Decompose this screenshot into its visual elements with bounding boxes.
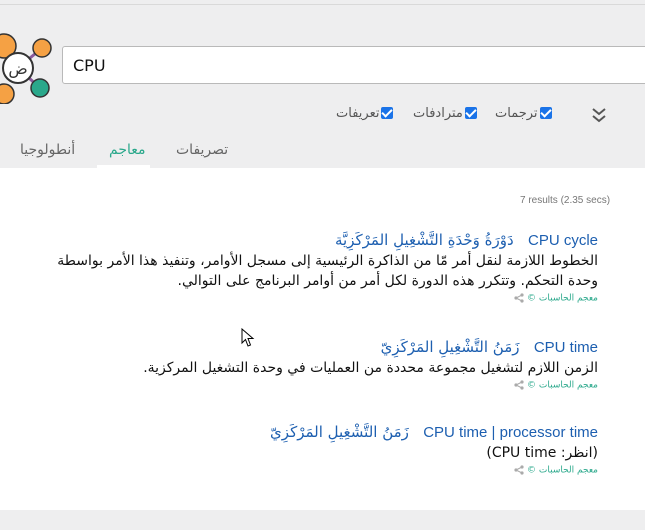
synonyms-checkbox[interactable] bbox=[464, 107, 477, 119]
active-tab-indicator bbox=[97, 165, 150, 168]
bottom-bar bbox=[0, 510, 645, 530]
result-item: CPU cycle دَوْرَةُ وَحْدَةِ التَّشْغِيلِ… bbox=[38, 231, 598, 304]
definitions-checkbox[interactable] bbox=[381, 107, 394, 119]
result-source-label[interactable]: معجم الحاسبات © bbox=[527, 466, 598, 476]
share-icon[interactable] bbox=[514, 380, 524, 390]
result-description: الخطوط اللازمة لنقل أمر مّا من الذاكرة ا… bbox=[57, 253, 598, 289]
search-input[interactable]: CPU bbox=[62, 46, 645, 84]
result-source: معجم الحاسبات © bbox=[198, 465, 598, 476]
translations-checkbox[interactable] bbox=[539, 107, 552, 119]
result-term-ar[interactable]: زَمَنُ التَّشْغِيلِ المَرْكَزِيّ bbox=[270, 423, 409, 441]
filter-definitions[interactable]: تعريفات bbox=[336, 104, 394, 122]
tab-morphology[interactable]: تصريفات bbox=[176, 142, 228, 158]
result-description: (انظر: CPU time) bbox=[486, 445, 598, 461]
chevron-down-icon[interactable] bbox=[591, 105, 607, 125]
result-source: معجم الحاسبات © bbox=[38, 293, 598, 304]
synonyms-label: مترادفات bbox=[413, 105, 463, 121]
mouse-cursor-icon bbox=[241, 328, 255, 347]
result-title[interactable]: CPU time | processor time زَمَنُ التَّشْ… bbox=[198, 423, 598, 441]
result-term-en[interactable]: CPU cycle bbox=[528, 232, 598, 249]
logo-letter: ض bbox=[8, 59, 27, 79]
result-source-label[interactable]: معجم الحاسبات © bbox=[527, 294, 598, 304]
result-source-label[interactable]: معجم الحاسبات © bbox=[527, 381, 598, 391]
result-term-en[interactable]: CPU time | processor time bbox=[423, 424, 598, 441]
tab-ontology[interactable]: أنطولوجيا bbox=[20, 142, 75, 158]
result-item: CPU time | processor time زَمَنُ التَّشْ… bbox=[198, 423, 598, 476]
result-description: الزمن اللازم لتشغيل مجموعة محددة من العم… bbox=[143, 360, 598, 376]
share-icon[interactable] bbox=[514, 293, 524, 303]
logo-icon[interactable]: ض bbox=[0, 28, 60, 104]
result-item: CPU time زَمَنُ التَّشْغِيلِ المَرْكَزِي… bbox=[118, 338, 598, 391]
filter-translations[interactable]: ترجمات bbox=[495, 104, 552, 122]
result-term-ar[interactable]: زَمَنُ التَّشْغِيلِ المَرْكَزِيّ bbox=[381, 338, 520, 356]
translations-label: ترجمات bbox=[495, 105, 538, 121]
result-term-en[interactable]: CPU time bbox=[534, 339, 598, 356]
result-source: معجم الحاسبات © bbox=[118, 380, 598, 391]
results-count: 7 results (2.35 secs) bbox=[520, 195, 611, 206]
top-divider bbox=[0, 4, 645, 5]
filter-synonyms[interactable]: مترادفات bbox=[413, 104, 477, 122]
result-term-ar[interactable]: دَوْرَةُ وَحْدَةِ التَّشْغِيلِ المَرْكَز… bbox=[335, 231, 514, 249]
definitions-label: تعريفات bbox=[336, 105, 380, 121]
share-icon[interactable] bbox=[514, 465, 524, 475]
result-title[interactable]: CPU cycle دَوْرَةُ وَحْدَةِ التَّشْغِيلِ… bbox=[38, 231, 598, 249]
tab-dictionaries[interactable]: معاجم bbox=[109, 142, 146, 158]
result-title[interactable]: CPU time زَمَنُ التَّشْغِيلِ المَرْكَزِي… bbox=[118, 338, 598, 356]
